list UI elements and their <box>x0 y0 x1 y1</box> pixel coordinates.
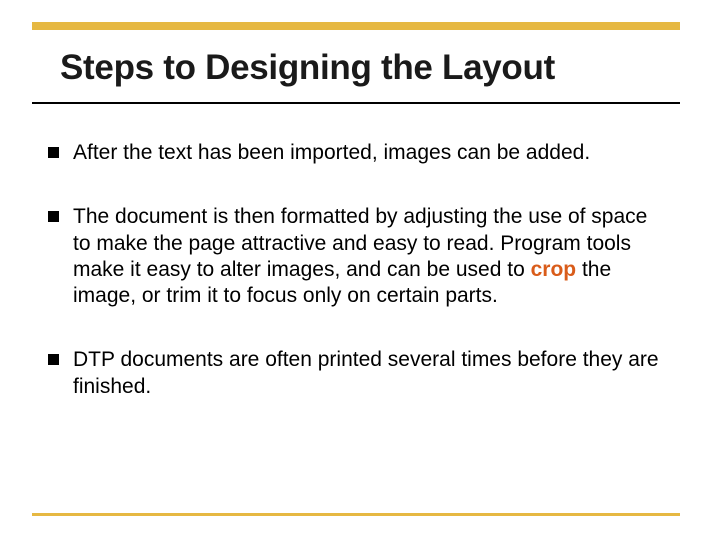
text-run: After the text has been imported, images… <box>73 141 590 164</box>
top-accent-bar <box>32 22 680 30</box>
square-bullet-icon <box>48 147 59 158</box>
title-area: Steps to Designing the Layout <box>60 48 660 88</box>
slide-title: Steps to Designing the Layout <box>60 48 660 88</box>
content-area: After the text has been imported, images… <box>48 140 660 438</box>
text-run: DTP documents are often printed several … <box>73 348 659 397</box>
title-underline <box>32 102 680 104</box>
text-emphasis: crop <box>531 258 577 281</box>
bullet-text: The document is then formatted by adjust… <box>73 204 660 309</box>
square-bullet-icon <box>48 354 59 365</box>
bottom-accent-bar <box>32 513 680 516</box>
bullet-item: The document is then formatted by adjust… <box>48 204 660 309</box>
square-bullet-icon <box>48 211 59 222</box>
bullet-text: DTP documents are often printed several … <box>73 347 660 400</box>
bullet-text: After the text has been imported, images… <box>73 140 660 166</box>
bullet-item: After the text has been imported, images… <box>48 140 660 166</box>
bullet-item: DTP documents are often printed several … <box>48 347 660 400</box>
